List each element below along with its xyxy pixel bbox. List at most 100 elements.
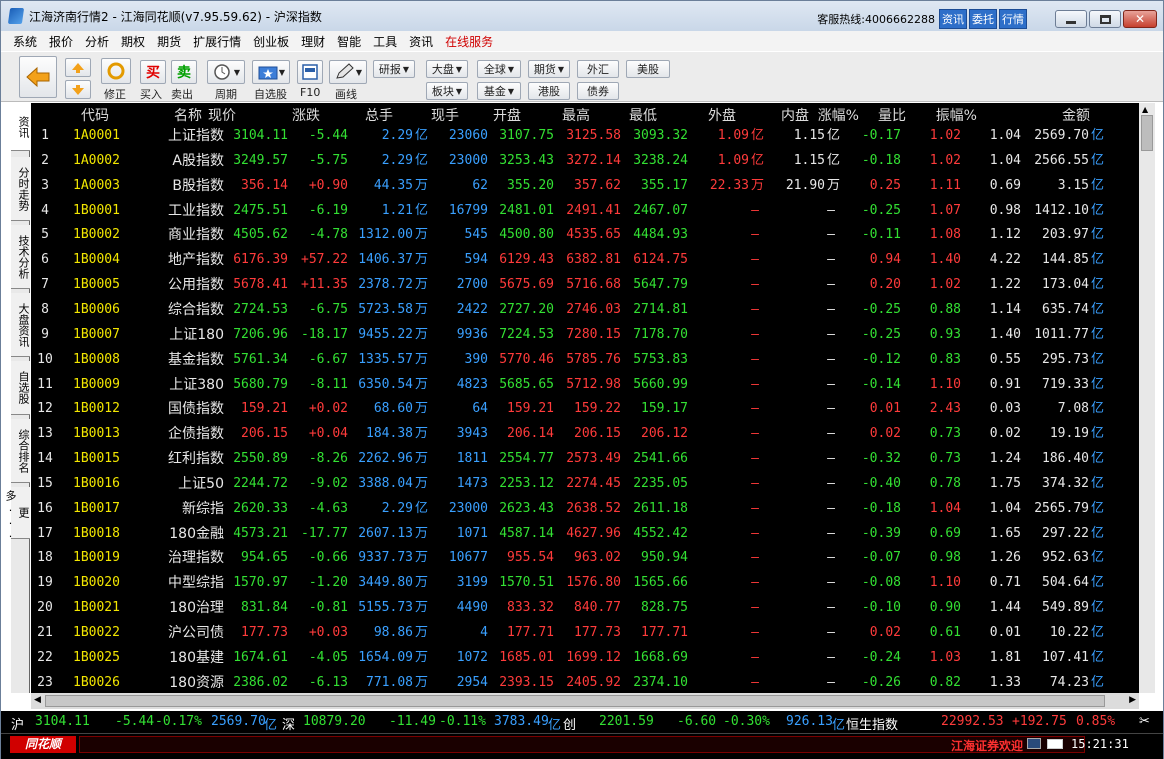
top-button-trade[interactable]: 委托 (969, 9, 997, 29)
table-row[interactable]: 8 1B0006 综合指数 2724.53 -6.75 5723.58 万 2422 2727.… (31, 298, 1139, 322)
column-header-vr[interactable]: 量比 (878, 105, 906, 125)
brand-logo[interactable]: 同花顺 (10, 736, 76, 753)
column-header-high[interactable]: 最高 (562, 105, 590, 125)
table-row[interactable]: 2 1A0002 A股指数 3249.57 -5.75 2.29 亿 23000 3253.43… (31, 149, 1139, 173)
f10-button[interactable] (297, 60, 323, 84)
table-row[interactable]: 19 1B0020 中型综指 1570.97 -1.20 3449.80 万 3199 1570… (31, 571, 1139, 595)
top-button-quotes[interactable]: 行情 (999, 9, 1027, 29)
column-header-amp[interactable]: 振幅% (936, 105, 977, 125)
menu-smart[interactable]: 智能 (337, 33, 361, 50)
table-row[interactable]: 6 1B0004 地产指数 6176.39 +57.22 1406.37 万 594 6129.… (31, 248, 1139, 272)
column-header-low[interactable]: 最低 (629, 105, 657, 125)
table-row[interactable]: 3 1A0003 B股指数 356.14 +0.90 44.35 万 62 355.20 357.… (31, 174, 1139, 198)
usstock-button[interactable]: 美股 (626, 60, 670, 78)
down-button[interactable] (65, 80, 91, 99)
column-header-open[interactable]: 开盘 (493, 105, 521, 125)
ticker-sh-label[interactable]: 沪 (11, 714, 24, 733)
horizontal-scrollbar[interactable]: ◀ ▶ (31, 693, 1139, 709)
side-tab-technical[interactable]: 技术分析 (11, 225, 30, 289)
ticker-hs-label[interactable]: 恒生指数 (846, 714, 898, 733)
table-row[interactable]: 4 1B0001 工业指数 2475.51 -6.19 1.21 亿 16799 2481.01… (31, 199, 1139, 223)
side-tab-market-news[interactable]: 大盘资讯 (11, 293, 30, 357)
column-header-outer[interactable]: 外盘 (708, 105, 736, 125)
table-row[interactable]: 13 1B0013 企债指数 206.15 +0.04 184.38 万 3943 206.14… (31, 422, 1139, 446)
buy-button[interactable]: 买 (140, 60, 166, 84)
ticker-sz-label[interactable]: 深 (282, 714, 295, 733)
back-button[interactable] (19, 56, 57, 98)
dapan-button[interactable]: 大盘 ▼ (426, 60, 468, 78)
table-row[interactable]: 9 1B0007 上证180 7206.96 -18.17 9455.22 万 9936 722… (31, 323, 1139, 347)
maximize-button[interactable] (1089, 10, 1121, 28)
vertical-scrollbar[interactable]: ▲ (1139, 103, 1155, 693)
menu-ext-quotes[interactable]: 扩展行情 (193, 33, 241, 50)
table-row[interactable]: 22 1B0025 180基建 1674.61 -4.05 1654.09 万 1072 168… (31, 646, 1139, 670)
scissors-icon[interactable]: ✂ (1139, 714, 1150, 729)
table-row[interactable]: 20 1B0021 180治理 831.84 -0.81 5155.73 万 4490 833.… (31, 596, 1139, 620)
futures-button[interactable]: 期货 ▼ (528, 60, 570, 78)
sector-button[interactable]: 板块 ▼ (426, 82, 468, 100)
ticker-cy-label[interactable]: 创 (563, 714, 576, 733)
bond-button[interactable]: 债券 (577, 82, 619, 100)
scroll-left-icon[interactable]: ◀ (34, 695, 41, 705)
top-button-news[interactable]: 资讯 (939, 9, 967, 29)
menu-quote[interactable]: 报价 (49, 33, 73, 50)
column-header-amt[interactable]: 金额 (1062, 105, 1090, 125)
menu-finance[interactable]: 理财 (301, 33, 325, 50)
column-header-pct[interactable]: 涨幅% (818, 105, 859, 125)
minimize-button[interactable] (1055, 10, 1087, 28)
column-header-now[interactable]: 现手 (431, 105, 459, 125)
self-select-button[interactable]: ▼ (252, 60, 290, 84)
research-button[interactable]: 研报 ▼ (373, 60, 415, 78)
scroll-up-icon[interactable]: ▲ (1142, 105, 1148, 114)
side-tab-intraday[interactable]: 分时走势 (11, 157, 30, 221)
up-button[interactable] (65, 58, 91, 77)
column-header-code[interactable]: 代码 (81, 105, 109, 125)
column-header-chg[interactable]: 涨跌 (292, 105, 320, 125)
mail-icon[interactable] (1047, 739, 1063, 749)
modify-button[interactable] (101, 58, 131, 84)
quote-table[interactable]: 代码 名称 现价 涨跌 总手 现手 开盘 最高 最低 外盘 内盘 涨幅% 量比 振幅% 金额 1 1A0001 上… (31, 103, 1139, 693)
table-row[interactable]: 14 1B0015 红利指数 2550.89 -8.26 2262.96 万 1811 2554… (31, 447, 1139, 471)
table-row[interactable]: 11 1B0009 上证380 5680.79 -8.11 6350.54 万 4823 568… (31, 373, 1139, 397)
table-row[interactable]: 7 1B0005 公用指数 5678.41 +11.35 2378.72 万 2700 5675… (31, 273, 1139, 297)
period-button[interactable]: ▼ (207, 60, 245, 84)
menu-futures[interactable]: 期货 (157, 33, 181, 50)
fund-button[interactable]: 基金 ▼ (477, 82, 521, 100)
table-row[interactable]: 5 1B0002 商业指数 4505.62 -4.78 1312.00 万 545 4500.8… (31, 223, 1139, 247)
table-row[interactable]: 21 1B0022 沪公司债 177.73 +0.03 98.86 万 4 177.71 177.… (31, 621, 1139, 645)
title-bar[interactable]: 江海济南行情2 - 江海同花顺(v7.95.59.62) - 沪深指数 客服热线… (1, 1, 1163, 31)
sell-button[interactable]: 卖 (171, 60, 197, 84)
menu-tools[interactable]: 工具 (373, 33, 397, 50)
menu-info[interactable]: 资讯 (409, 33, 433, 50)
menu-system[interactable]: 系统 (13, 33, 37, 50)
column-header-inner[interactable]: 内盘 (781, 105, 809, 125)
global-button[interactable]: 全球 ▼ (477, 60, 521, 78)
monitor-icon[interactable] (1027, 738, 1041, 749)
side-tab-more[interactable]: 更多... (4, 487, 30, 540)
close-button[interactable]: ✕ (1123, 10, 1157, 28)
column-header-vol[interactable]: 总手 (365, 105, 393, 125)
scroll-thumb[interactable] (45, 695, 1105, 707)
scroll-thumb[interactable] (1141, 115, 1153, 151)
table-row[interactable]: 17 1B0018 180金融 4573.21 -17.77 2607.13 万 1071 45… (31, 522, 1139, 546)
menu-gem[interactable]: 创业板 (253, 33, 289, 50)
menu-options[interactable]: 期权 (121, 33, 145, 50)
side-tab-ranking[interactable]: 综合排名 (11, 419, 30, 483)
table-row[interactable]: 10 1B0008 基金指数 5761.34 -6.67 1335.57 万 390 5770.… (31, 348, 1139, 372)
menu-analysis[interactable]: 分析 (85, 33, 109, 50)
column-header-name[interactable]: 名称 (174, 105, 202, 125)
table-row[interactable]: 23 1B0026 180资源 2386.02 -6.13 771.08 万 2954 2393… (31, 671, 1139, 693)
draw-button[interactable]: ▼ (329, 60, 367, 84)
forex-button[interactable]: 外汇 (577, 60, 619, 78)
side-tab-watchlist[interactable]: 自选股 (11, 361, 30, 415)
table-row[interactable]: 18 1B0019 治理指数 954.65 -0.66 9337.73 万 10677 955.… (31, 546, 1139, 570)
side-tab-news[interactable]: 资讯 (11, 103, 30, 151)
scroll-right-icon[interactable]: ▶ (1129, 695, 1136, 705)
hkstock-button[interactable]: 港股 (528, 82, 570, 100)
table-row[interactable]: 16 1B0017 新综指 2620.33 -4.63 2.29 亿 23000 2623.43… (31, 497, 1139, 521)
column-header-price[interactable]: 现价 (208, 105, 236, 125)
table-row[interactable]: 1 1A0001 上证指数 3104.11 -5.44 2.29 亿 23060 3107.75… (31, 124, 1139, 148)
table-row[interactable]: 12 1B0012 国债指数 159.21 +0.02 68.60 万 64 159.21 159… (31, 397, 1139, 421)
table-row[interactable]: 15 1B0016 上证50 2244.72 -9.02 3388.04 万 1473 2253… (31, 472, 1139, 496)
menu-online-service[interactable]: 在线服务 (445, 33, 493, 50)
